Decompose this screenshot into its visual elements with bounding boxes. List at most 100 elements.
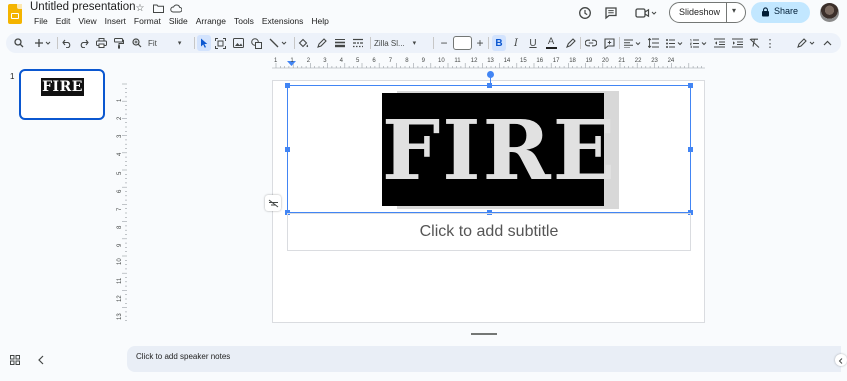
insert-link-icon[interactable] bbox=[585, 35, 597, 51]
bulleted-list-icon[interactable] bbox=[665, 35, 685, 51]
subtitle-placeholder[interactable]: Click to add subtitle bbox=[288, 214, 690, 250]
font-family-select[interactable]: Zilla Sl... ▾ bbox=[374, 35, 430, 51]
ruler-label: 9 bbox=[117, 243, 123, 248]
ruler-label: 5 bbox=[356, 58, 360, 64]
editing-mode-icon[interactable] bbox=[796, 35, 818, 51]
account-avatar[interactable] bbox=[820, 3, 839, 22]
decrease-font-size-icon[interactable]: − bbox=[438, 35, 450, 51]
slide-filmstrip: 1 FIRE bbox=[0, 60, 128, 350]
horizontal-ruler: 1 1 2 3 4 5 6 7 8 9 10 11 12 13 14 15 16 17 18 19 20 21 22 23 24 bbox=[272, 58, 705, 69]
format-options-icon[interactable] bbox=[265, 195, 281, 211]
speaker-notes[interactable]: Click to add speaker notes bbox=[127, 346, 847, 372]
notes-resize-handle[interactable] bbox=[471, 333, 497, 335]
ruler-label: 13 bbox=[117, 313, 123, 320]
collapse-menus-icon[interactable] bbox=[821, 35, 833, 51]
menu-tools[interactable]: Tools bbox=[230, 16, 258, 27]
menu-extensions[interactable]: Extensions bbox=[258, 16, 308, 27]
slideshow-label: Slideshow bbox=[679, 7, 721, 17]
slides-logo-icon[interactable] bbox=[8, 4, 22, 24]
ruler-label: 2 bbox=[117, 116, 123, 121]
slideshow-button[interactable]: Slideshow ▾ bbox=[669, 2, 746, 23]
font-size-input[interactable] bbox=[453, 36, 472, 50]
menu-edit[interactable]: Edit bbox=[52, 16, 75, 27]
underline-icon[interactable]: U bbox=[527, 35, 539, 51]
font-family-value: Zilla Sl... bbox=[374, 38, 405, 48]
bold-icon[interactable]: B bbox=[492, 35, 506, 51]
text-color-icon[interactable]: A bbox=[544, 35, 558, 51]
menu-bar: File Edit View Insert Format Slide Arran… bbox=[30, 16, 333, 27]
paint-format-icon[interactable] bbox=[113, 35, 125, 51]
clear-formatting-icon[interactable] bbox=[748, 35, 760, 51]
menu-view[interactable]: View bbox=[74, 16, 100, 27]
undo-icon[interactable] bbox=[61, 35, 73, 51]
search-menus-icon[interactable] bbox=[12, 35, 26, 51]
highlight-color-icon[interactable] bbox=[564, 35, 576, 51]
title-bar: Untitled presentation ☆ File Edit View I… bbox=[0, 0, 847, 32]
move-folder-icon[interactable] bbox=[152, 2, 164, 14]
resize-handle[interactable] bbox=[285, 147, 290, 152]
zoom-icon[interactable] bbox=[131, 35, 143, 51]
slideshow-dropdown-icon[interactable]: ▾ bbox=[732, 6, 736, 15]
resize-handle[interactable] bbox=[688, 147, 693, 152]
ruler-label: 21 bbox=[618, 58, 626, 64]
new-slide-icon[interactable] bbox=[33, 35, 53, 51]
increase-indent-icon[interactable] bbox=[731, 35, 743, 51]
increase-font-size-icon[interactable]: + bbox=[474, 35, 486, 51]
print-icon[interactable] bbox=[95, 35, 107, 51]
slide-canvas[interactable]: FIRE Click to add subtitle bbox=[272, 71, 705, 323]
add-comment-icon[interactable] bbox=[603, 35, 615, 51]
menu-help[interactable]: Help bbox=[307, 16, 332, 27]
redo-icon[interactable] bbox=[78, 35, 90, 51]
version-history-icon[interactable] bbox=[577, 5, 593, 21]
ruler-label: 7 bbox=[388, 58, 393, 64]
line-spacing-icon[interactable] bbox=[647, 35, 659, 51]
italic-icon[interactable]: I bbox=[510, 35, 522, 51]
slide-thumbnail[interactable]: FIRE bbox=[19, 69, 105, 120]
comments-icon[interactable] bbox=[603, 5, 619, 21]
menu-format[interactable]: Format bbox=[130, 16, 165, 27]
toolbar: Fit ▾ Zilla Sl... ▾ − + B I U A ⋮ bbox=[6, 33, 841, 53]
cloud-status-icon[interactable] bbox=[170, 2, 182, 14]
resize-handle[interactable] bbox=[285, 83, 290, 88]
meet-icon[interactable] bbox=[633, 5, 659, 21]
title-text-box[interactable]: FIRE bbox=[285, 71, 693, 215]
align-icon[interactable] bbox=[623, 35, 643, 51]
rotate-handle[interactable] bbox=[487, 71, 494, 78]
subtitle-text-box[interactable]: Click to add subtitle bbox=[287, 213, 691, 251]
grid-view-icon[interactable] bbox=[10, 355, 20, 368]
side-panel-toggle-icon[interactable] bbox=[835, 354, 847, 366]
ruler-label: 3 bbox=[117, 134, 123, 139]
border-dash-icon[interactable] bbox=[352, 35, 364, 51]
ruler-label: 22 bbox=[634, 58, 642, 64]
border-color-icon[interactable] bbox=[315, 35, 327, 51]
resize-handle[interactable] bbox=[487, 83, 492, 88]
menu-file[interactable]: File bbox=[30, 16, 52, 27]
speaker-notes-placeholder[interactable]: Click to add speaker notes bbox=[136, 352, 230, 361]
resize-handle[interactable] bbox=[688, 83, 693, 88]
ruler-label: 3 bbox=[323, 58, 327, 64]
fit-to-frame-icon[interactable] bbox=[214, 35, 226, 51]
menu-slide[interactable]: Slide bbox=[165, 16, 192, 27]
fill-color-icon[interactable] bbox=[297, 35, 309, 51]
more-options-icon[interactable]: ⋮ bbox=[764, 35, 776, 51]
collapse-filmstrip-icon[interactable] bbox=[38, 355, 44, 368]
ruler-label: 20 bbox=[602, 58, 609, 64]
ruler-label: 6 bbox=[372, 58, 376, 64]
numbered-list-icon[interactable] bbox=[689, 35, 709, 51]
menu-arrange[interactable]: Arrange bbox=[192, 16, 230, 27]
shape-icon[interactable] bbox=[250, 35, 262, 51]
star-icon[interactable]: ☆ bbox=[134, 2, 146, 14]
slide-title[interactable]: FIRE bbox=[382, 97, 615, 210]
document-title[interactable]: Untitled presentation bbox=[30, 1, 135, 13]
vertical-ruler: 1 2 3 4 5 6 7 8 9 10 11 12 13 bbox=[117, 80, 128, 323]
border-weight-icon[interactable] bbox=[334, 35, 346, 51]
line-tool-icon[interactable] bbox=[268, 35, 290, 51]
decrease-indent-icon[interactable] bbox=[713, 35, 725, 51]
image-icon[interactable] bbox=[232, 35, 244, 51]
share-button[interactable]: Share bbox=[751, 2, 810, 23]
ruler-label: 18 bbox=[569, 58, 576, 64]
zoom-select[interactable]: Fit ▾ bbox=[148, 35, 188, 51]
menu-insert[interactable]: Insert bbox=[101, 16, 130, 27]
select-tool-icon[interactable] bbox=[197, 35, 211, 51]
ruler-label: 17 bbox=[552, 58, 560, 64]
